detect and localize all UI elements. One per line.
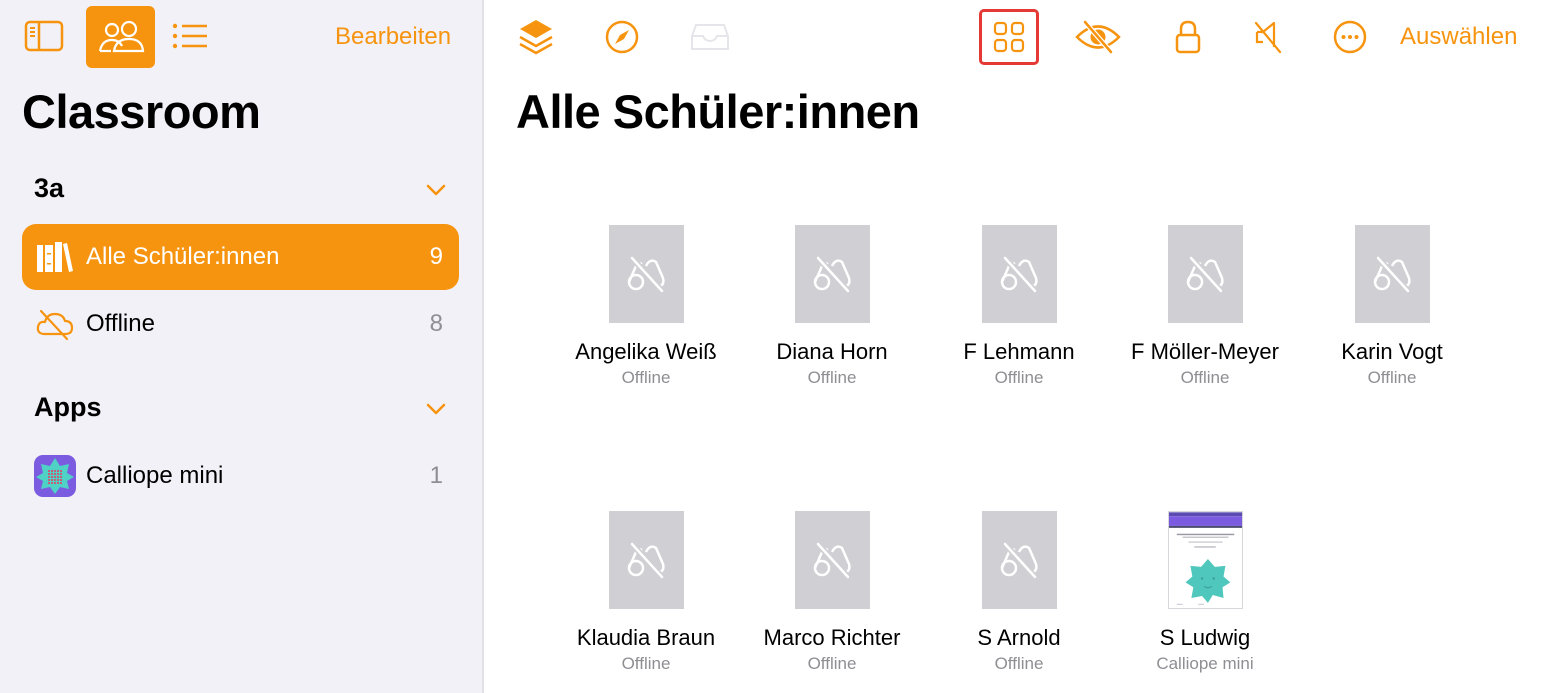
student-tile[interactable]: F Möller-Meyer Offline — [1115, 225, 1295, 388]
lock-icon — [1175, 19, 1201, 55]
list-view-button[interactable] — [170, 16, 210, 56]
grid-view-button[interactable] — [979, 9, 1039, 65]
sidebar-toggle-icon — [24, 20, 64, 52]
student-name: Karin Vogt — [1341, 339, 1443, 364]
student-name: F Möller-Meyer — [1131, 339, 1279, 364]
student-tile[interactable]: F Lehmann Offline — [929, 225, 1109, 388]
student-status: Offline — [621, 654, 671, 673]
screen-thumbnail — [608, 511, 684, 609]
student-name: S Arnold — [977, 625, 1061, 650]
speaker-mute-icon — [1252, 19, 1284, 55]
screen-thumbnail — [794, 511, 870, 609]
student-status: Offline — [807, 368, 857, 387]
student-status: Offline — [1367, 368, 1417, 387]
calliope-app-icon — [34, 455, 76, 497]
main-content: Auswählen Alle Schüler:innen Angelika We… — [486, 0, 1555, 693]
binoculars-slash-icon — [810, 254, 854, 294]
screen-thumbnail — [608, 225, 684, 323]
more-button[interactable] — [1330, 16, 1370, 58]
student-tile[interactable]: Klaudia Braun Offline — [556, 511, 736, 674]
chevron-down-icon[interactable] — [425, 402, 447, 416]
student-tile[interactable]: S Ludwig Calliope mini — [1115, 511, 1295, 674]
select-button[interactable]: Auswählen — [1400, 23, 1517, 51]
sidebar-item-calliope-mini[interactable]: Calliope mini 1 — [22, 443, 459, 509]
tray-button[interactable] — [688, 16, 732, 58]
sidebar-item-label: Alle Schüler:innen — [86, 243, 280, 270]
binoculars-slash-icon — [997, 540, 1041, 580]
people-icon — [97, 20, 145, 54]
student-status: Offline — [994, 654, 1044, 673]
sidebar-item-all-students[interactable]: Alle Schüler:innen 9 — [22, 224, 459, 290]
sidebar-title: Classroom — [22, 85, 261, 138]
sidebar-item-count: 9 — [429, 243, 443, 270]
binoculars-slash-icon — [624, 540, 668, 580]
student-status: Offline — [621, 368, 671, 387]
section-header-class[interactable]: 3a — [34, 173, 64, 204]
student-name: Angelika Weiß — [575, 339, 717, 364]
mute-button[interactable] — [1250, 16, 1286, 58]
student-status: Offline — [807, 654, 857, 673]
student-tile[interactable]: Angelika Weiß Offline — [556, 225, 736, 388]
screen-thumbnail — [1354, 225, 1430, 323]
sidebar-item-count: 1 — [429, 462, 443, 489]
sidebar-item-label: Offline — [86, 310, 155, 337]
binoculars-slash-icon — [624, 254, 668, 294]
student-status: Offline — [1180, 368, 1230, 387]
open-app-button[interactable] — [516, 16, 556, 58]
student-name: S Ludwig — [1159, 625, 1251, 650]
sidebar-item-label: Calliope mini — [86, 462, 224, 489]
page-title: Alle Schüler:innen — [516, 85, 920, 138]
screen-thumbnail — [794, 225, 870, 323]
screen-thumbnail — [981, 225, 1057, 323]
screen-thumbnail — [1167, 511, 1243, 609]
layers-icon — [518, 18, 554, 56]
student-tile[interactable]: Karin Vogt Offline — [1302, 225, 1482, 388]
sidebar-item-count: 8 — [429, 310, 443, 337]
navigate-button[interactable] — [602, 16, 642, 58]
sidebar-item-offline[interactable]: Offline 8 — [22, 291, 459, 357]
student-tile[interactable]: Diana Horn Offline — [742, 225, 922, 388]
student-name: Klaudia Braun — [576, 625, 716, 650]
student-tile[interactable]: Marco Richter Offline — [742, 511, 922, 674]
books-icon — [34, 236, 76, 278]
list-icon — [172, 22, 208, 50]
edit-button[interactable]: Bearbeiten — [335, 23, 451, 51]
binoculars-slash-icon — [1370, 254, 1414, 294]
cloud-offline-icon — [34, 303, 76, 345]
more-icon — [1332, 19, 1368, 55]
screen-thumbnail — [981, 511, 1057, 609]
lock-button[interactable] — [1170, 16, 1206, 58]
student-name: Diana Horn — [776, 339, 888, 364]
grid-icon — [993, 21, 1025, 53]
calliope-screen-preview — [1168, 512, 1242, 608]
hide-button[interactable] — [1074, 16, 1122, 58]
screen-thumbnail — [1167, 225, 1243, 323]
sidebar: Bearbeiten Classroom 3a Alle Schüler:inn… — [0, 0, 484, 693]
student-status: Offline — [994, 368, 1044, 387]
binoculars-slash-icon — [1183, 254, 1227, 294]
students-view-button[interactable] — [86, 6, 155, 68]
eye-slash-icon — [1075, 20, 1121, 54]
binoculars-slash-icon — [810, 540, 854, 580]
sidebar-toggle-button[interactable] — [22, 16, 66, 56]
student-tile[interactable]: S Arnold Offline — [929, 511, 1109, 674]
binoculars-slash-icon — [997, 254, 1041, 294]
student-name: Marco Richter — [763, 625, 901, 650]
compass-icon — [604, 19, 640, 55]
tray-icon — [690, 22, 730, 52]
student-status: Calliope mini — [1156, 654, 1254, 673]
chevron-down-icon[interactable] — [425, 183, 447, 197]
student-name: F Lehmann — [963, 339, 1075, 364]
section-header-apps[interactable]: Apps — [34, 392, 102, 423]
